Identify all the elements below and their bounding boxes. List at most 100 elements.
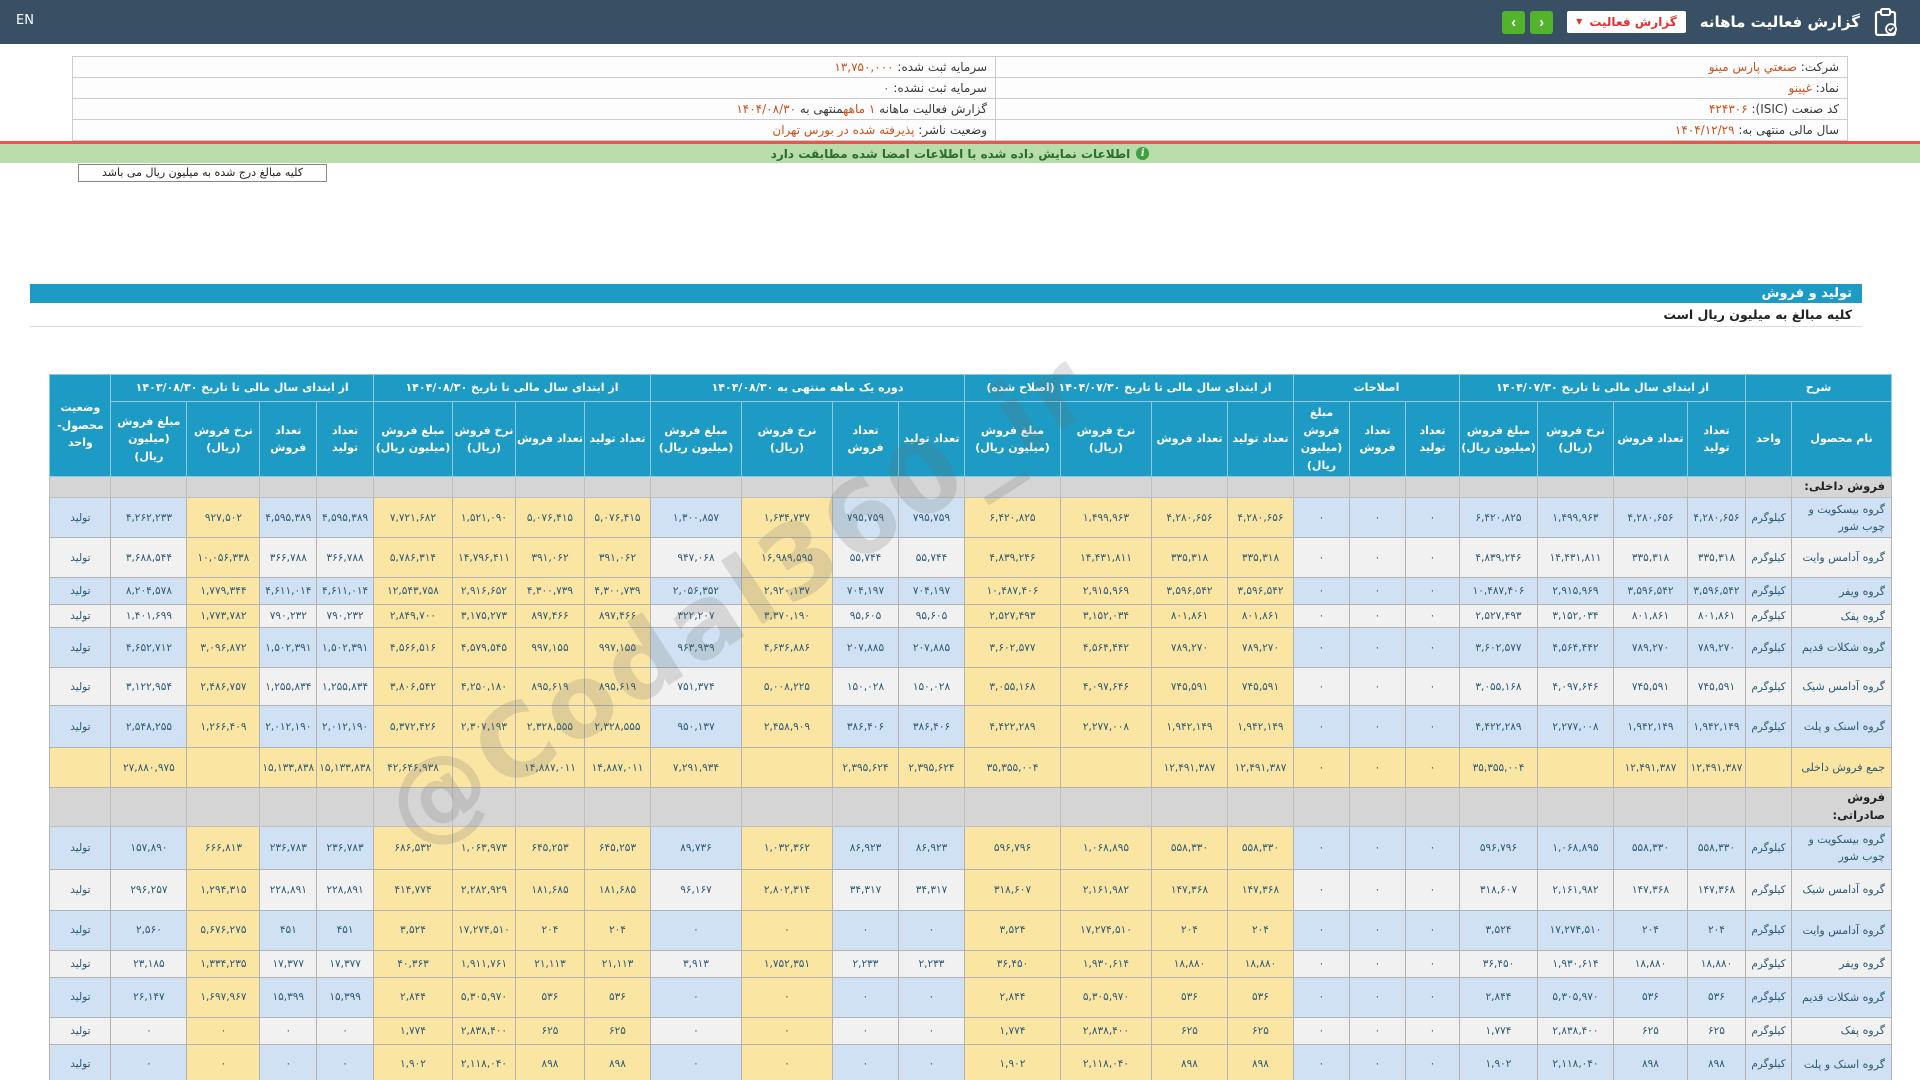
value-cell: ۲,۸۴۹,۷۰۰ — [373, 604, 453, 629]
value-cell: ۱۸,۸۸۰ — [1151, 949, 1228, 978]
value-cell: ۷۸۹,۲۷۰ — [1151, 627, 1228, 669]
value-cell: ۶۴۵,۲۵۳ — [584, 825, 651, 870]
value-cell: ۲,۱۱۸,۰۴۰ — [1537, 1043, 1614, 1080]
value-cell: ۳۶۶,۷۸۸ — [316, 537, 374, 579]
section-cell — [49, 787, 112, 827]
value-cell: ۱۵,۱۳۳,۸۳۸ — [259, 747, 318, 789]
value-cell: ۲,۲۳۳ — [832, 949, 899, 978]
value-cell: ۱۵,۳۹۹ — [316, 976, 374, 1018]
value-cell: ۶۲۵ — [584, 1016, 651, 1045]
value-cell: ۸۹۸ — [584, 1043, 651, 1080]
section-cell — [1613, 476, 1688, 499]
info-row: نماد: غپينو سرمایه ثبت نشده: ۰ — [72, 77, 1848, 99]
value-cell: ۴,۵۹۵,۳۸۹ — [316, 497, 374, 539]
value-cell: ۳۳۵,۳۱۸ — [1613, 537, 1688, 579]
value-cell: ۰ — [186, 1043, 261, 1080]
value-cell: ۲۰۷,۸۸۵ — [898, 627, 965, 669]
value-cell: ۱۲,۴۹۱,۳۸۷ — [1687, 747, 1746, 789]
section-cell — [452, 787, 516, 827]
section-cell — [186, 787, 261, 827]
value-cell: ۳,۵۲۴ — [1459, 909, 1538, 951]
value-cell: ۲۱,۱۱۳ — [584, 949, 651, 978]
value-cell: ۳,۱۷۵,۲۷۳ — [452, 604, 516, 629]
value-cell: ۳۹۱,۰۶۲ — [515, 537, 585, 579]
section-cell — [1349, 476, 1406, 499]
value-cell: ۸۰۱,۸۶۱ — [1687, 604, 1746, 629]
value-cell: ۱,۲۹۴,۳۱۵ — [186, 868, 261, 911]
value-cell: ۵,۰۷۶,۴۱۵ — [584, 497, 651, 539]
column-group-header: از ابتدای سال مالی تا تاریخ ۱۴۰۴/۰۷/۳۰ (… — [964, 374, 1294, 402]
section-cell — [1745, 787, 1792, 827]
value-cell: ۳۵,۳۵۵,۰۰۴ — [964, 747, 1061, 789]
section-cell — [49, 476, 112, 499]
value-cell: ۰ — [1293, 667, 1350, 707]
status-cell: تولید — [49, 949, 112, 978]
previous-report-button[interactable]: ‹ — [1502, 10, 1526, 34]
value-cell: ۹۵,۶۰۵ — [898, 604, 965, 629]
value-cell: ۶۲۵ — [515, 1016, 585, 1045]
section-cell — [1227, 476, 1294, 499]
column-group-header: از ابتدای سال مالی تا تاریخ ۱۴۰۴/۰۷/۳۰ — [1459, 374, 1746, 402]
value-cell: ۳,۵۹۶,۵۴۲ — [1687, 577, 1746, 606]
signature-match-text: اطلاعات نمایش داده شده با اطلاعات امضا ش… — [770, 146, 1131, 161]
column-header: تعداد تولید — [584, 400, 651, 478]
value-cell: ۱,۷۷۹,۳۴۴ — [186, 577, 261, 606]
value-cell: ۳۸۶,۴۰۶ — [832, 705, 899, 749]
value-cell: ۱۴,۴۳۱,۸۱۱ — [1060, 537, 1152, 579]
value-cell: ۸,۲۰۴,۵۷۸ — [110, 577, 188, 606]
value-cell: ۲,۳۹۵,۶۲۴ — [832, 747, 899, 789]
value-cell: ۰ — [1349, 577, 1406, 606]
value-cell: ۰ — [1293, 577, 1350, 606]
value-cell: ۸۹۸ — [515, 1043, 585, 1080]
value-cell: ۱۰,۴۸۷,۴۰۶ — [964, 577, 1061, 606]
column-header: نرخ فروش (ریال) — [452, 400, 516, 478]
value-cell: ۳,۵۲۴ — [964, 909, 1061, 951]
product-name-cell: گروه آدامس وایت — [1791, 909, 1892, 951]
value-cell — [186, 747, 261, 789]
language-toggle-en[interactable]: EN — [16, 13, 34, 28]
value-cell: ۰ — [832, 909, 899, 951]
section-cell — [1293, 476, 1350, 499]
product-name-cell: گروه بیسکویت و چوب شور — [1791, 497, 1892, 539]
value-cell: ۲,۲۳۳ — [898, 949, 965, 978]
value-cell: ۷۰۴,۱۹۷ — [898, 577, 965, 606]
value-cell: ۱,۴۹۹,۹۶۳ — [1060, 497, 1152, 539]
value-cell: ۸۰۱,۸۶۱ — [1613, 604, 1688, 629]
total-row: جمع فروش داخلی ۱۲,۴۹۱,۳۸۷ ۱۲,۴۹۱,۳۸۷ ۳۵,۳۵۵… — [49, 747, 1892, 789]
value-cell: ۱,۷۵۲,۳۵۱ — [741, 949, 833, 978]
value-cell: ۲,۹۲۰,۱۳۷ — [741, 577, 833, 606]
status-cell: تولید — [49, 705, 112, 749]
value-cell: ۷۴۵,۵۹۱ — [1227, 667, 1294, 707]
value-cell: ۶۲۵ — [1687, 1016, 1746, 1045]
value-cell: ۴,۶۱۱,۰۱۴ — [316, 577, 374, 606]
next-report-button[interactable]: › — [1530, 10, 1554, 34]
value-cell: ۹۶,۱۶۷ — [650, 868, 742, 911]
value-cell: ۰ — [1349, 909, 1406, 951]
value-cell: ۲,۹۱۶,۶۵۲ — [452, 577, 516, 606]
table-row: گروه اسنک و پلت کیلوگرم ۱,۹۴۲,۱۴۹ ۱,۹۴۲,۱۴۹… — [49, 705, 1892, 749]
value-cell: ۲۳,۱۸۵ — [110, 949, 188, 978]
value-cell: ۰ — [650, 1016, 742, 1045]
section-cell — [1613, 787, 1688, 827]
section-cell — [316, 476, 374, 499]
value-cell: ۰ — [832, 976, 899, 1018]
value-cell: ۵۳۶ — [1687, 976, 1746, 1018]
section-cell — [964, 476, 1061, 499]
unit-cell — [1745, 747, 1792, 789]
value-cell: ۲,۴۸۶,۷۵۷ — [186, 667, 261, 707]
value-cell: ۰ — [1293, 1016, 1350, 1045]
value-cell: ۰ — [1405, 577, 1460, 606]
value-cell: ۷۹۵,۷۵۹ — [832, 497, 899, 539]
report-type-dropdown[interactable]: گزارش فعالیت ▼ — [1567, 11, 1686, 33]
column-header: تعداد تولید — [898, 400, 965, 478]
value-cell: ۰ — [1349, 537, 1406, 579]
column-header: تعداد تولید — [1227, 400, 1294, 478]
value-cell: ۱۵۰,۰۲۸ — [898, 667, 965, 707]
status-cell: تولید — [49, 909, 112, 951]
unit-cell: کیلوگرم — [1745, 537, 1792, 579]
value-cell: ۴,۴۲۲,۲۸۹ — [964, 705, 1061, 749]
value-cell: ۴,۵۹۵,۳۸۹ — [259, 497, 318, 539]
value-cell: ۰ — [1293, 747, 1350, 789]
column-header: تعداد فروش — [1151, 400, 1228, 478]
value-cell: ۰ — [1293, 705, 1350, 749]
